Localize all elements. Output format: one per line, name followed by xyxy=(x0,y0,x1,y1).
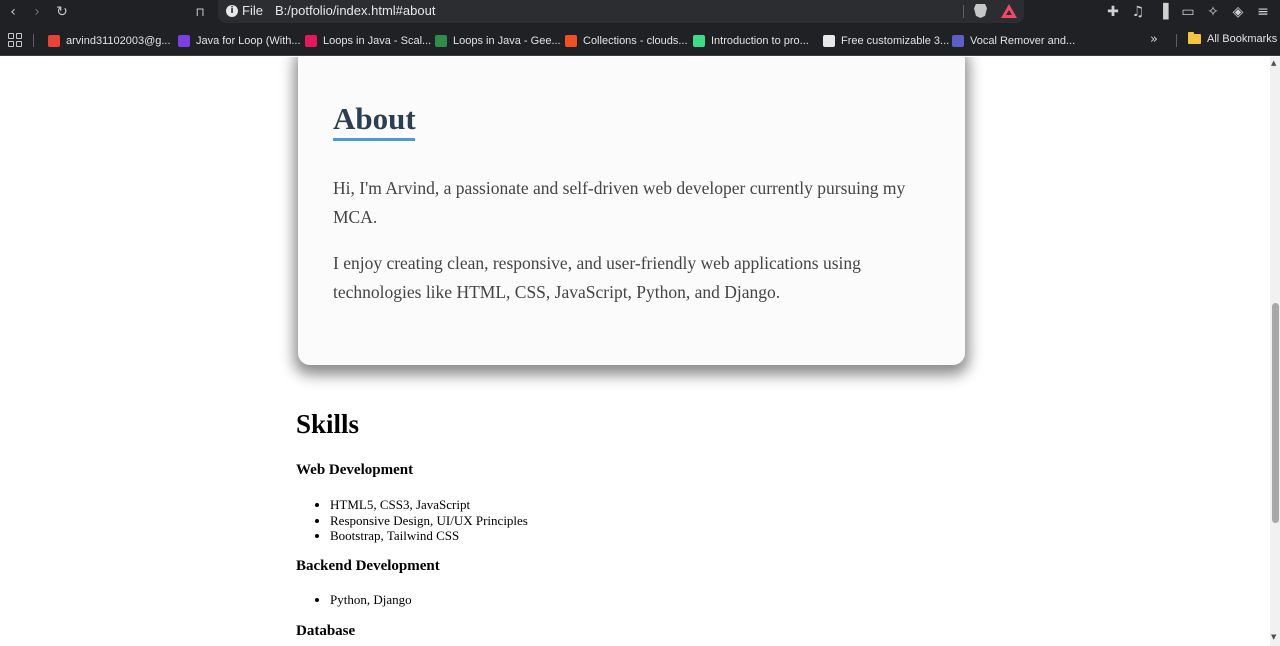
bookmark-favicon-icon xyxy=(952,35,964,47)
all-bookmarks-button[interactable]: All Bookmarks xyxy=(1188,32,1278,45)
bookmark-favicon-icon xyxy=(823,35,835,47)
bookmark-label: Free customizable 3... xyxy=(841,35,950,47)
skill-category-title: Web Development xyxy=(296,462,414,478)
extensions-icon[interactable]: ✚ xyxy=(1104,3,1122,21)
brave-rewards-icon[interactable] xyxy=(1001,4,1017,18)
bookmark-label: Loops in Java - Gee... xyxy=(453,35,561,47)
skill-list-web: HTML5, CSS3, JavaScript Responsive Desig… xyxy=(330,497,528,544)
about-heading: About xyxy=(333,101,416,136)
forward-icon[interactable]: › xyxy=(27,2,47,22)
folder-icon xyxy=(1188,32,1201,44)
site-info-icon[interactable]: i xyxy=(226,5,238,17)
bookmarks-divider xyxy=(1176,34,1177,47)
about-section: About Hi, I'm Arvind, a passionate and s… xyxy=(298,57,965,365)
skill-category-title: Backend Development xyxy=(296,558,440,574)
bookmark-label: Vocal Remover and... xyxy=(970,35,1076,47)
vpn-icon[interactable]: ◈ xyxy=(1229,3,1247,21)
bookmark-item[interactable]: Free customizable 3... xyxy=(823,33,949,49)
skills-heading: Skills xyxy=(296,409,360,439)
leo-ai-icon[interactable]: ✧ xyxy=(1204,3,1222,21)
apps-grid-icon[interactable] xyxy=(8,33,22,47)
bookmark-favicon-icon xyxy=(435,35,447,47)
scrollbar-thumb[interactable] xyxy=(1272,303,1279,523)
scroll-up-icon[interactable]: ▲ xyxy=(1271,59,1276,67)
bookmark-item[interactable]: Loops in Java - Gee... xyxy=(435,33,561,49)
list-item: HTML5, CSS3, JavaScript xyxy=(330,497,528,513)
bookmark-label: Introduction to pro... xyxy=(711,35,809,47)
about-paragraph-skills: I enjoy creating clean, responsive, and … xyxy=(333,253,861,302)
browser-toolbar: ‹ › ↻ ⊓ i File B:/potfolio/index.html#ab… xyxy=(0,0,1280,25)
skill-category-title: Database xyxy=(296,623,356,639)
about-paragraph-intro: Hi, I'm Arvind, a passionate and self-dr… xyxy=(333,178,906,227)
bookmarks-divider xyxy=(33,34,34,47)
more-bookmarks-icon[interactable]: » xyxy=(1150,32,1158,47)
bookmark-label: Collections - clouds... xyxy=(583,35,688,47)
about-heading-underline xyxy=(333,138,415,141)
media-icon[interactable]: ♫ xyxy=(1129,3,1147,21)
bookmark-item[interactable]: arvind31102003@g... xyxy=(48,33,171,49)
list-item: Bootstrap, Tailwind CSS xyxy=(330,528,528,544)
bookmark-label: arvind31102003@g... xyxy=(66,35,171,47)
bookmark-favicon-icon xyxy=(178,35,190,47)
all-bookmarks-label: All Bookmarks xyxy=(1207,33,1278,45)
wallet-icon[interactable]: ▭ xyxy=(1179,3,1197,21)
sidebar-icon[interactable]: ▐ xyxy=(1154,3,1172,21)
url-text[interactable]: B:/potfolio/index.html#about xyxy=(275,3,435,18)
list-item: Python, Django xyxy=(330,592,412,608)
bookmark-item[interactable]: Vocal Remover and... xyxy=(952,33,1075,49)
bookmark-item[interactable]: Collections - clouds... xyxy=(565,33,688,49)
scroll-down-icon[interactable]: ▼ xyxy=(1271,633,1276,641)
bookmark-item[interactable]: Loops in Java - Scal... xyxy=(305,33,431,49)
bookmark-label: Loops in Java - Scal... xyxy=(323,35,432,47)
bookmark-page-icon[interactable]: ⊓ xyxy=(190,2,210,22)
reload-icon[interactable]: ↻ xyxy=(52,2,72,22)
bookmarks-bar: arvind31102003@g... Java for Loop (With..… xyxy=(0,25,1280,56)
bookmark-favicon-icon xyxy=(565,35,577,47)
address-bar[interactable]: i File B:/potfolio/index.html#about xyxy=(218,0,1024,23)
bookmark-favicon-icon xyxy=(693,35,705,47)
bookmark-label: Java for Loop (With... xyxy=(196,35,301,47)
bookmark-item[interactable]: Introduction to pro... xyxy=(693,33,809,49)
page-viewport: About Hi, I'm Arvind, a passionate and s… xyxy=(0,57,1270,646)
skill-list-backend: Python, Django xyxy=(330,592,412,608)
brave-shields-icon[interactable] xyxy=(974,4,987,18)
bookmark-item[interactable]: Java for Loop (With... xyxy=(178,33,301,49)
bookmark-favicon-icon xyxy=(48,35,60,47)
address-bar-divider xyxy=(963,5,964,18)
back-icon[interactable]: ‹ xyxy=(3,2,23,22)
menu-icon[interactable]: ≡ xyxy=(1254,3,1272,21)
bookmark-favicon-icon xyxy=(305,35,317,47)
list-item: Responsive Design, UI/UX Principles xyxy=(330,513,528,529)
url-scheme-label: File xyxy=(242,3,263,18)
